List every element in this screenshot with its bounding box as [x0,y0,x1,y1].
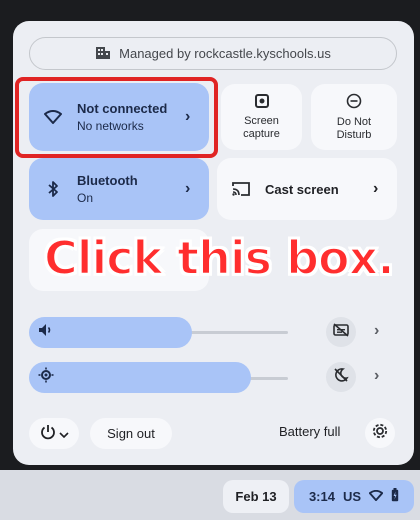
status-area-button[interactable]: 3:14 US [294,480,414,513]
cast-icon [217,182,265,196]
settings-button[interactable] [365,418,395,448]
captions-button[interactable] [326,317,356,347]
chevron-right-icon: › [185,180,191,197]
do-not-disturb-button[interactable]: Do Not Disturb [311,84,397,150]
chevron-right-icon[interactable]: › [374,367,379,385]
chevron-right-icon[interactable]: › [374,322,379,340]
region-text: US [342,489,362,504]
screen-capture-icon [254,93,269,115]
battery-status: Battery full [279,424,341,439]
managed-text: Managed by rockcastle.kyschools.us [119,46,331,61]
managed-banner[interactable]: Managed by rockcastle.kyschools.us [29,37,397,70]
screen-capture-button[interactable]: Screen capture [221,84,302,150]
gear-icon [371,422,389,445]
power-icon [40,424,56,443]
bluetooth-subtitle: On [77,191,94,205]
wifi-icon [368,489,384,504]
screen-capture-label: Screen capture [243,114,280,140]
volume-track[interactable] [178,331,288,334]
building-icon [95,44,111,63]
chevron-right-icon: › [373,180,379,197]
date-button[interactable]: Feb 13 [223,480,289,513]
time-text: 3:14 [308,489,335,504]
power-menu-button[interactable] [29,418,79,449]
captions-off-icon [333,322,349,342]
night-light-button[interactable] [326,362,356,392]
do-not-disturb-label: Do Not Disturb [336,115,372,141]
brightness-icon [38,367,54,388]
cast-title: Cast screen [265,181,339,197]
volume-slider[interactable] [29,317,192,348]
instruction-overlay: Click this box. [43,230,396,286]
night-light-off-icon [333,367,349,388]
do-not-disturb-icon [346,93,362,116]
highlight-box [15,77,218,158]
cast-screen-tile[interactable]: Cast screen › [217,158,397,220]
bluetooth-tile[interactable]: Bluetooth On › [29,158,209,220]
sign-out-button[interactable]: Sign out [90,418,172,449]
battery-icon [391,488,399,505]
brightness-slider[interactable] [29,362,251,393]
chevron-down-icon [58,426,69,441]
bluetooth-icon [29,180,77,198]
volume-icon [38,323,54,342]
bluetooth-title: Bluetooth [77,173,138,188]
